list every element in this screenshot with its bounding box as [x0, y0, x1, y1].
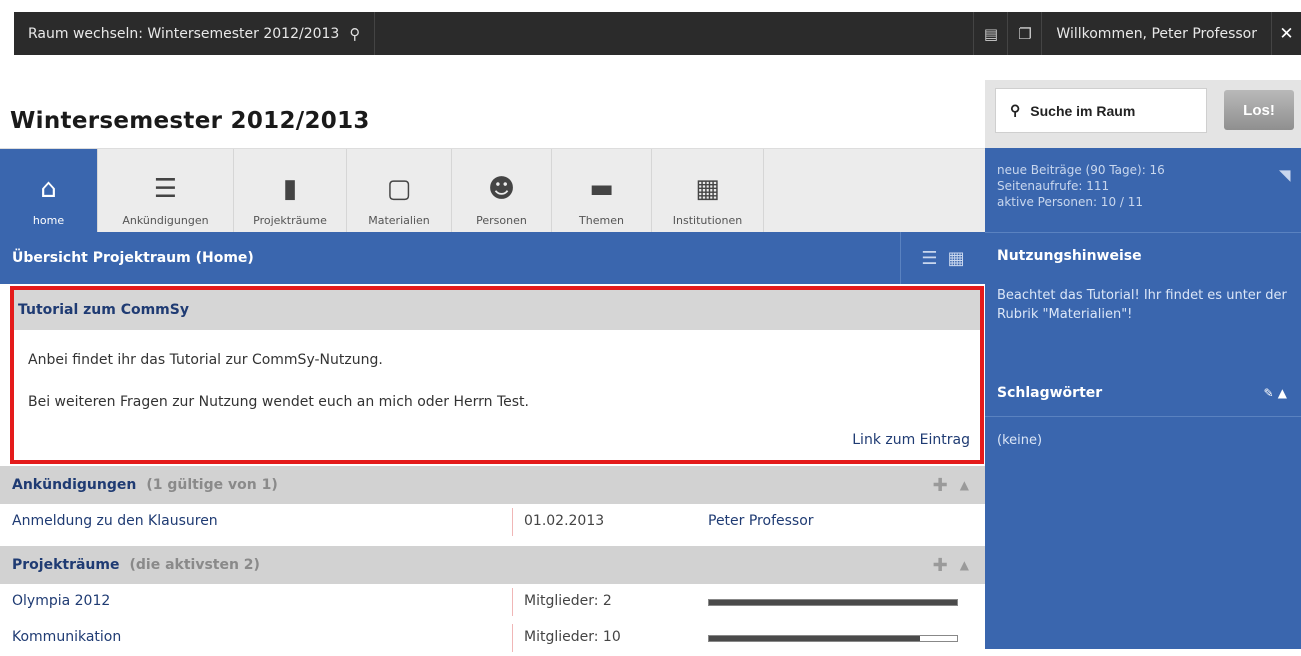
search-input[interactable]: ⚲ Suche im Raum [995, 88, 1207, 133]
usage-notes-text: Beachtet das Tutorial! Ihr findet es unt… [997, 288, 1287, 322]
tab-label: Projekträume [253, 214, 327, 227]
activity-bar-fill [709, 600, 957, 605]
tab-announcements[interactable]: ☰ Ankündigungen [98, 149, 234, 233]
room-switch-label: Raum wechseln: Wintersemester 2012/2013 [28, 25, 340, 42]
column-divider [512, 624, 513, 652]
tab-materials[interactable]: ▢ Materialien [347, 149, 452, 233]
tab-label: Institutionen [672, 214, 743, 227]
tags-header: Schlagwörter ✎ ▲ [985, 370, 1301, 416]
top-bar-spacer [375, 12, 973, 55]
room-stats: neue Beiträge (90 Tage): 16 Seitenaufruf… [997, 162, 1165, 210]
column-divider [512, 508, 513, 536]
list-view-icon[interactable]: ☰ [921, 248, 937, 269]
copy-icon[interactable]: ❐ [1007, 12, 1041, 55]
stat-active-people: aktive Personen: 10 / 11 [997, 195, 1144, 209]
collapse-icon[interactable]: ▲ [960, 478, 969, 492]
stat-new-posts: neue Beiträge (90 Tage): 16 [997, 163, 1165, 177]
announcements-title[interactable]: Ankündigungen [12, 477, 136, 493]
announcement-author[interactable]: Peter Professor [708, 513, 814, 529]
collapse-icon[interactable]: ▲ [960, 558, 969, 572]
folder-icon: ▬ [589, 174, 614, 204]
tags-empty: (keine) [997, 433, 1043, 448]
tab-label: Themen [579, 214, 624, 227]
top-bar-inner: Raum wechseln: Wintersemester 2012/2013 … [14, 12, 1301, 55]
section-tools: ✚ ▲ [933, 466, 969, 504]
edit-pencil-icon[interactable]: ✎ ▲ [1264, 386, 1287, 400]
search-label: Suche im Raum [1030, 102, 1136, 119]
tutorial-title[interactable]: Tutorial zum CommSy [14, 290, 980, 330]
entry-link[interactable]: Link zum Eintrag [852, 432, 970, 448]
list-item: Olympia 2012 Mitglieder: 2 [0, 584, 985, 620]
activity-bar [708, 635, 958, 642]
people-icon: ☻ [487, 174, 516, 204]
pin-settings-icon[interactable]: ⚲ [349, 25, 360, 43]
search-icon: ⚲ [1010, 102, 1021, 118]
add-icon[interactable]: ✚ [933, 555, 948, 576]
home-icon: ⌂ [40, 174, 57, 204]
search-button[interactable]: Los! [1224, 90, 1294, 130]
close-icon[interactable]: ✕ [1271, 12, 1301, 55]
tab-label: Ankündigungen [122, 214, 209, 227]
add-icon[interactable]: ✚ [933, 475, 948, 496]
project-title[interactable]: Kommunikation [12, 629, 121, 645]
usage-notes-title: Nutzungshinweise [985, 232, 1301, 278]
welcome-user[interactable]: Willkommen, Peter Professor [1041, 12, 1271, 55]
tutorial-line-2: Bei weiteren Fragen zur Nutzung wendet e… [28, 394, 529, 410]
announcement-title[interactable]: Anmeldung zu den Klausuren [12, 513, 218, 529]
stat-page-views: Seitenaufrufe: 111 [997, 179, 1110, 193]
tab-people[interactable]: ☻ Personen [452, 149, 552, 233]
tutorial-entry: Tutorial zum CommSy Anbei findet ihr das… [10, 286, 984, 464]
page-title: Wintersemester 2012/2013 [10, 108, 370, 134]
tab-projects[interactable]: ▮ Projekträume [234, 149, 347, 233]
project-members: Mitglieder: 10 [524, 629, 621, 645]
projects-header: Projekträume (die aktivsten 2) ✚ ▲ [0, 546, 985, 584]
tab-topics[interactable]: ▬ Themen [552, 149, 652, 233]
activity-bar [708, 599, 958, 606]
announcement-icon: ☰ [153, 174, 178, 204]
grid-view-icon[interactable]: ▦ [948, 248, 965, 269]
overview-header: Übersicht Projektraum (Home) [0, 232, 985, 284]
project-members: Mitglieder: 2 [524, 593, 612, 609]
tab-institutions[interactable]: ▦ Institutionen [652, 149, 764, 233]
announcements-count: (1 gültige von 1) [146, 477, 278, 493]
divider [985, 416, 1301, 417]
room-nav: ⌂ home ☰ Ankündigungen ▮ Projekträume ▢ … [0, 148, 985, 233]
tab-home[interactable]: ⌂ home [0, 149, 98, 233]
project-title[interactable]: Olympia 2012 [12, 593, 110, 609]
overview-title: Übersicht Projektraum (Home) [12, 250, 254, 266]
activity-bar-fill [709, 636, 920, 641]
announcement-date: 01.02.2013 [524, 513, 605, 529]
tab-label: home [32, 214, 65, 227]
top-bar: Raum wechseln: Wintersemester 2012/2013 … [0, 0, 1301, 56]
room-switch-button[interactable]: Raum wechseln: Wintersemester 2012/2013 … [14, 12, 376, 55]
door-icon: ▮ [282, 174, 298, 204]
building-icon: ▦ [695, 174, 720, 204]
rss-icon[interactable]: ◥ [1279, 166, 1291, 184]
document-icon: ▢ [386, 174, 412, 204]
view-switcher: ☰ ▦ [900, 232, 985, 284]
clipboard-icon[interactable]: ▤ [973, 12, 1007, 55]
list-item: Kommunikation Mitglieder: 10 [0, 620, 985, 656]
section-tools: ✚ ▲ [933, 546, 969, 584]
tab-label: Materialien [368, 214, 430, 227]
tutorial-line-1: Anbei findet ihr das Tutorial zur CommSy… [28, 352, 383, 368]
list-item: Anmeldung zu den Klausuren 01.02.2013 Pe… [0, 504, 985, 540]
projects-count: (die aktivsten 2) [129, 557, 260, 573]
tags-title: Schlagwörter [997, 385, 1103, 401]
announcements-header: Ankündigungen (1 gültige von 1) ✚ ▲ [0, 466, 985, 504]
tab-label: Personen [476, 214, 527, 227]
column-divider [512, 588, 513, 616]
sidebar-content: neue Beiträge (90 Tage): 16 Seitenaufruf… [985, 148, 1301, 649]
right-sidebar: ⚲ Suche im Raum Los! neue Beiträge (90 T… [985, 80, 1301, 649]
projects-title[interactable]: Projekträume [12, 557, 119, 573]
search-area: ⚲ Suche im Raum Los! [985, 80, 1301, 148]
